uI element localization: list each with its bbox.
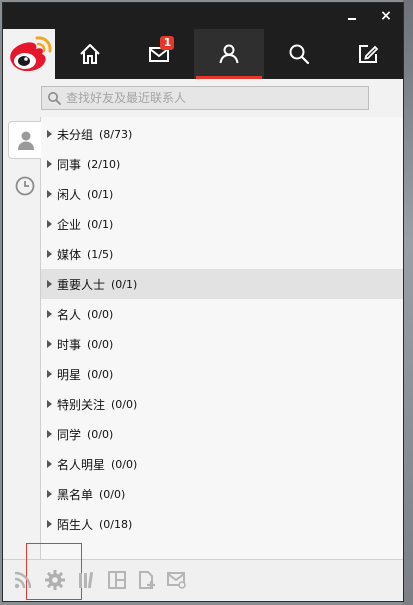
desktop-background xyxy=(403,0,413,605)
group-count: (0/0) xyxy=(87,337,114,351)
home-icon xyxy=(80,44,100,64)
user-icon xyxy=(219,44,239,64)
expand-arrow-icon xyxy=(47,190,52,198)
expand-arrow-icon xyxy=(47,220,52,228)
gear-icon xyxy=(45,570,65,590)
weibo-logo[interactable] xyxy=(3,29,55,79)
weibo-window: × 1 查找好友及最近联系人 未分组 (8/73) 同事 (2/10) 闲人 (… xyxy=(2,2,404,602)
search-area xyxy=(3,79,403,117)
rss-button[interactable] xyxy=(11,568,35,592)
group-count: (8/73) xyxy=(99,127,133,141)
group-count: (0/0) xyxy=(87,367,114,381)
expand-arrow-icon xyxy=(47,430,52,438)
group-row[interactable]: 名人明星 (0/0) xyxy=(41,449,403,479)
group-count: (2/10) xyxy=(87,157,121,171)
group-name: 明星 xyxy=(57,367,82,382)
bottom-toolbar xyxy=(3,543,403,601)
expand-arrow-icon xyxy=(47,250,52,258)
title-bar: × xyxy=(3,3,403,29)
group-row[interactable]: 名人 (0/0) xyxy=(41,299,403,329)
group-row[interactable]: 企业 (0/1) xyxy=(41,209,403,239)
clock-icon xyxy=(15,176,35,196)
rss-icon xyxy=(14,571,32,589)
group-name: 陌生人 xyxy=(57,517,94,532)
expand-arrow-icon xyxy=(47,130,52,138)
expand-arrow-icon xyxy=(47,370,52,378)
person-icon xyxy=(17,131,34,150)
tab-search[interactable] xyxy=(264,29,334,79)
group-row[interactable]: 陌生人 (0/18) xyxy=(41,509,403,539)
add-file-button[interactable] xyxy=(135,568,159,592)
group-row[interactable]: 未分组 (8/73) xyxy=(41,119,403,149)
group-name: 企业 xyxy=(57,217,82,232)
group-row[interactable]: 重要人士 (0/1) xyxy=(41,269,403,299)
file-add-icon xyxy=(139,571,155,589)
contact-search-input[interactable] xyxy=(66,91,368,105)
settings-button[interactable] xyxy=(43,568,67,592)
weibo-logo-icon xyxy=(10,36,52,72)
group-name: 同学 xyxy=(57,427,82,442)
books-icon xyxy=(79,571,94,589)
group-row[interactable]: 明星 (0/0) xyxy=(41,359,403,389)
mail-link-button[interactable] xyxy=(165,568,189,592)
layout-icon xyxy=(108,571,126,589)
group-name: 黑名单 xyxy=(57,487,94,502)
group-row[interactable]: 同学 (0/0) xyxy=(41,419,403,449)
group-row[interactable]: 黑名单 (0/0) xyxy=(41,479,403,509)
expand-arrow-icon xyxy=(47,490,52,498)
group-name: 闲人 xyxy=(57,187,82,202)
group-count: (0/1) xyxy=(87,187,114,201)
search-icon xyxy=(289,44,309,65)
group-count: (0/0) xyxy=(111,397,138,411)
expand-arrow-icon xyxy=(47,340,52,348)
group-count: (0/18) xyxy=(99,517,133,531)
group-row[interactable]: 闲人 (0/1) xyxy=(41,179,403,209)
group-name: 名人明星 xyxy=(57,457,106,472)
group-name: 媒体 xyxy=(57,247,82,262)
tab-messages[interactable]: 1 xyxy=(125,29,195,79)
sidebar-tab-recent[interactable] xyxy=(8,167,42,205)
expand-arrow-icon xyxy=(47,280,52,288)
group-row[interactable]: 媒体 (1/5) xyxy=(41,239,403,269)
close-button[interactable]: × xyxy=(377,7,395,25)
layout-button[interactable] xyxy=(105,568,129,592)
group-name: 重要人士 xyxy=(57,277,106,292)
sidebar-tab-contacts[interactable] xyxy=(8,121,42,159)
expand-arrow-icon xyxy=(47,520,52,528)
edit-icon xyxy=(359,45,379,63)
group-row[interactable]: 同事 (2/10) xyxy=(41,149,403,179)
minimize-button[interactable] xyxy=(343,7,361,25)
mail-link-icon xyxy=(167,572,186,589)
expand-arrow-icon xyxy=(47,400,52,408)
unread-badge: 1 xyxy=(160,36,175,50)
group-count: (0/1) xyxy=(111,277,138,291)
expand-arrow-icon xyxy=(47,310,52,318)
group-count: (0/0) xyxy=(87,307,114,321)
expand-arrow-icon xyxy=(47,460,52,468)
group-name: 名人 xyxy=(57,307,82,322)
contact-group-list: 未分组 (8/73) 同事 (2/10) 闲人 (0/1) 企业 (0/1) 媒体 (1/… xyxy=(41,117,403,561)
expand-arrow-icon xyxy=(47,160,52,168)
group-name: 特别关注 xyxy=(57,397,106,412)
tab-contacts[interactable] xyxy=(194,29,264,79)
group-count: (1/5) xyxy=(87,247,114,261)
group-name: 时事 xyxy=(57,337,82,352)
group-count: (0/0) xyxy=(99,487,126,501)
group-name: 同事 xyxy=(57,157,82,172)
search-field-icon xyxy=(42,87,66,109)
group-row[interactable]: 时事 (0/0) xyxy=(41,329,403,359)
bookshelf-button[interactable] xyxy=(75,568,99,592)
search-box xyxy=(41,86,369,110)
group-count: (0/1) xyxy=(87,217,114,231)
nav-bar: 1 xyxy=(3,29,403,79)
sidebar xyxy=(3,117,42,561)
group-name: 未分组 xyxy=(57,127,94,142)
group-count: (0/0) xyxy=(111,457,138,471)
group-row[interactable]: 特别关注 (0/0) xyxy=(41,389,403,419)
tab-home[interactable] xyxy=(55,29,125,79)
group-count: (0/0) xyxy=(87,427,114,441)
tab-compose[interactable] xyxy=(333,29,403,79)
